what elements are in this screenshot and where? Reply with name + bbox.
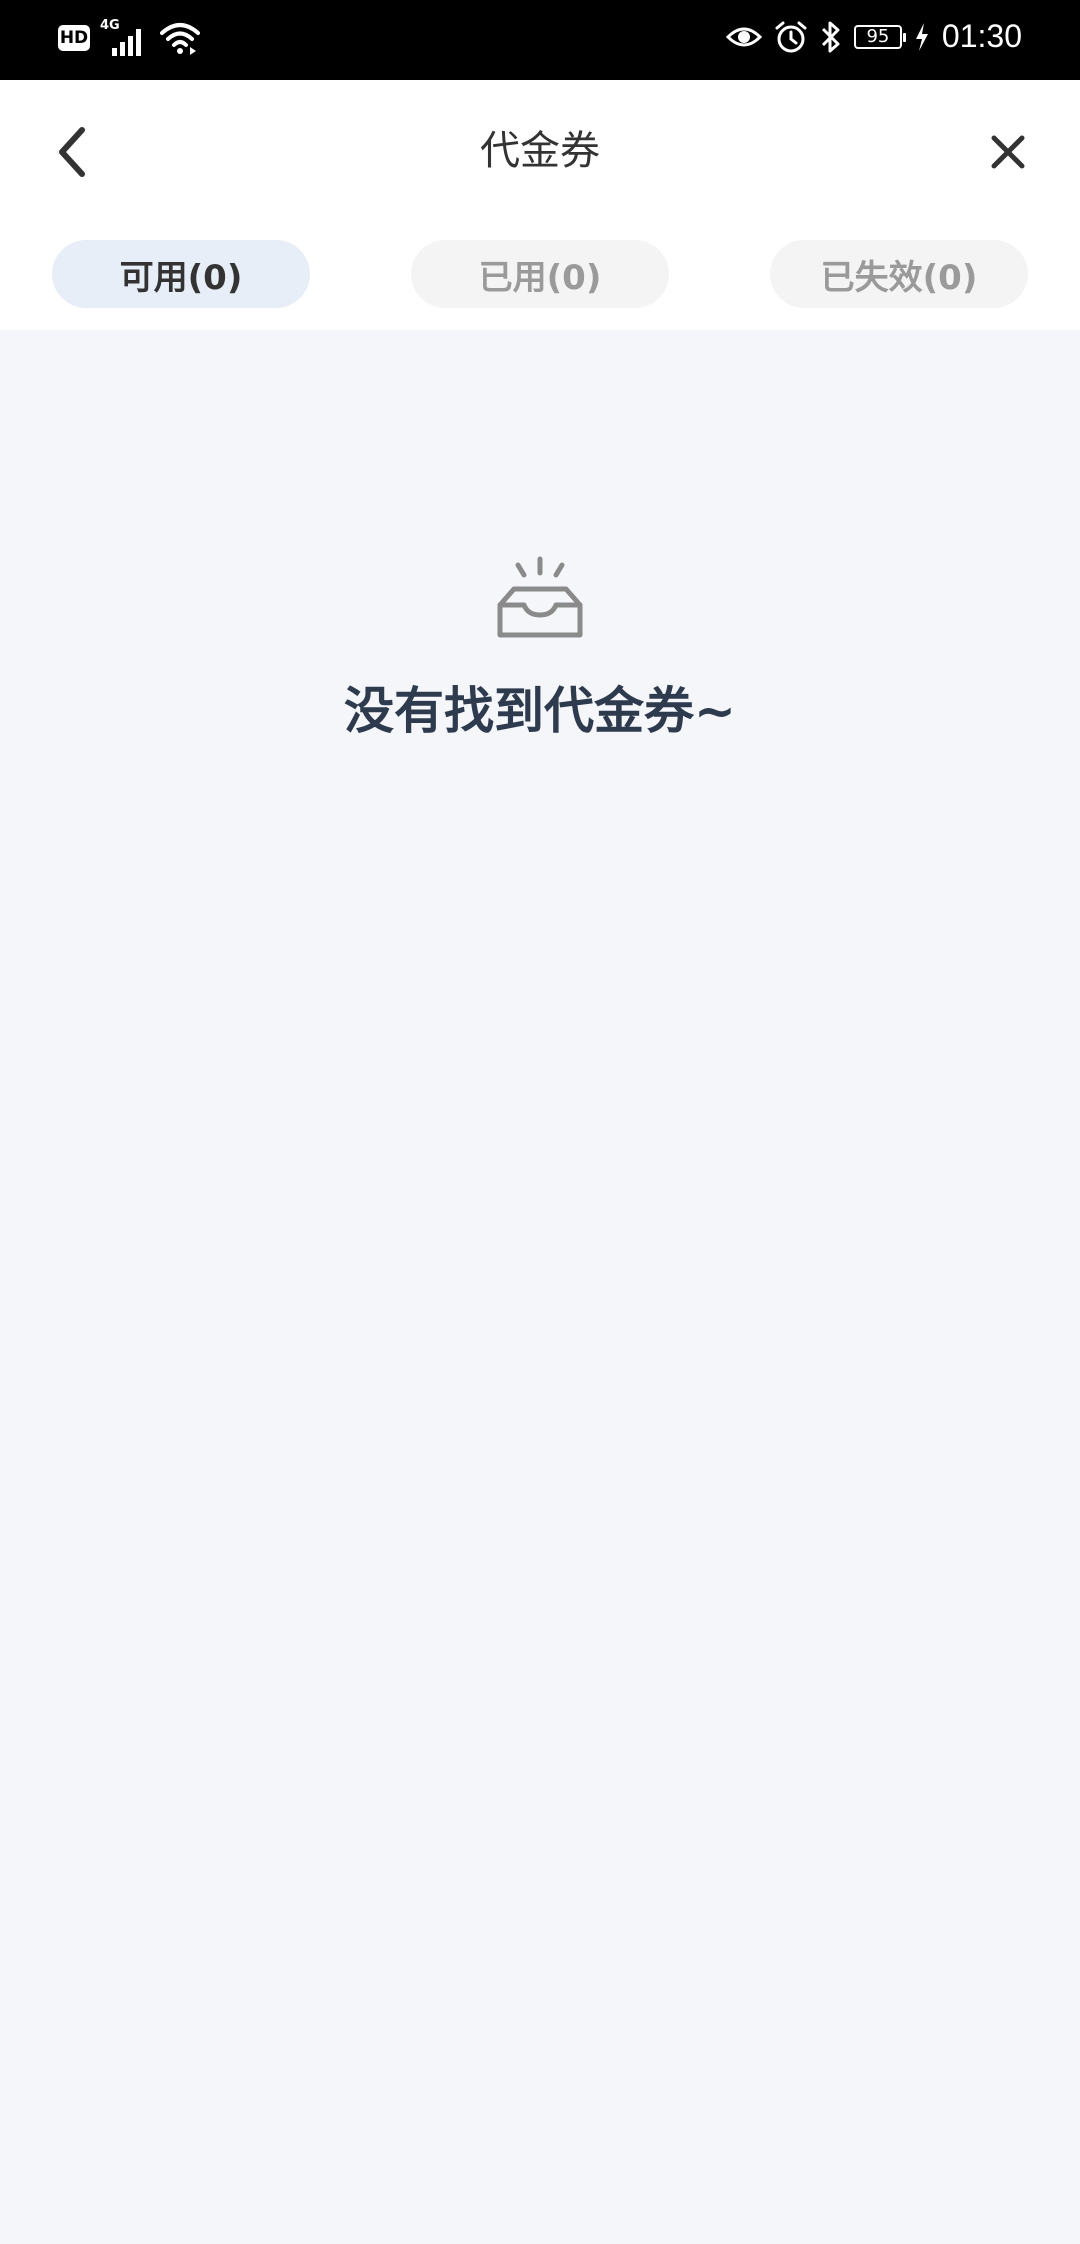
header: 代金券 可用(0) 已用(0) 已失效(0) [0,80,1080,330]
tab-expired[interactable]: 已失效(0) [770,240,1028,308]
charging-icon [915,22,928,51]
status-bar: HD 4G 95 01:30 [0,0,1080,80]
close-icon [991,135,1025,169]
bluetooth-icon [821,21,840,52]
empty-inbox-icon [497,556,583,638]
hd-badge: HD [58,25,90,51]
clock: 01:30 [941,18,1022,54]
close-button[interactable] [976,120,1040,184]
tab-available[interactable]: 可用(0) [52,240,310,308]
status-right: 95 01:30 [725,18,1022,55]
empty-message: 没有找到代金券~ [344,682,736,740]
wifi-icon [160,23,200,55]
voucher-tabs: 可用(0) 已用(0) 已失效(0) [52,240,1028,308]
tab-used[interactable]: 已用(0) [411,240,669,308]
battery-icon: 95 [853,24,906,49]
page-title: 代金券 [480,128,600,174]
empty-state: 没有找到代金券~ [0,555,1080,743]
alarm-icon [775,21,807,52]
eye-icon [725,27,762,46]
cellular-signal-icon: 4G [100,18,150,56]
status-left: HD 4G [58,18,200,56]
